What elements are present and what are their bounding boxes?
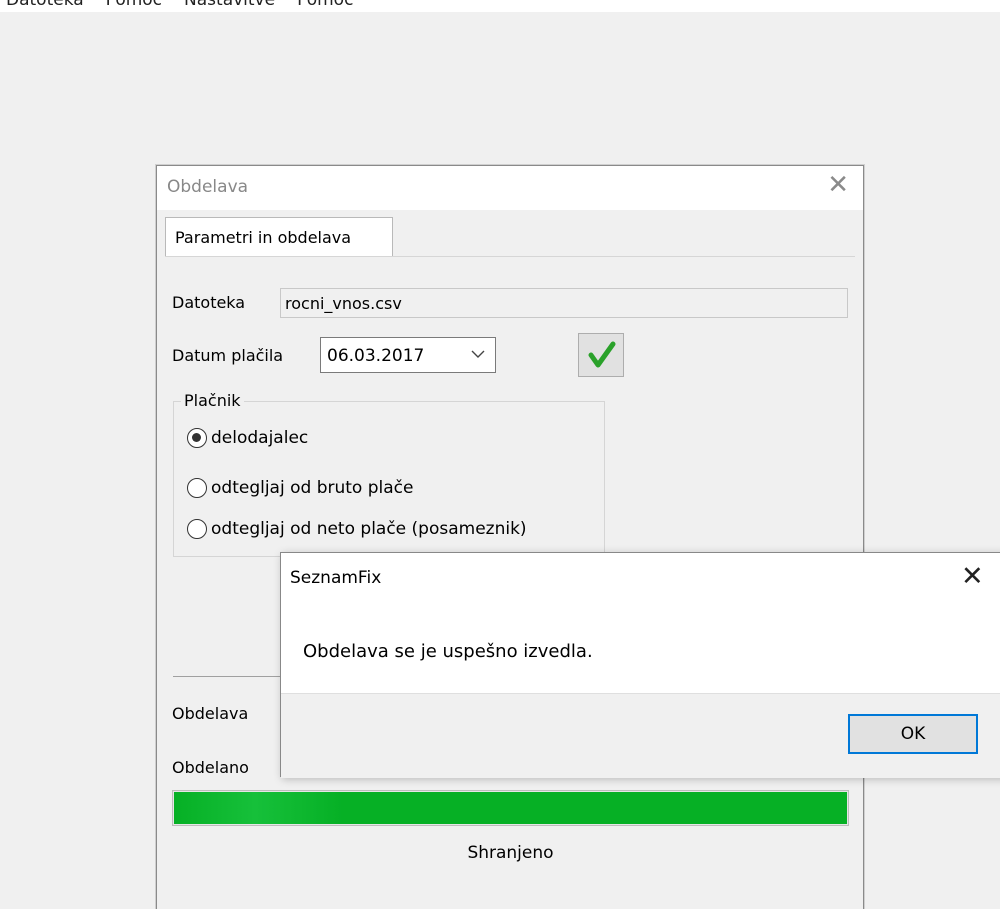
file-label: Datoteka: [172, 293, 246, 312]
date-picker[interactable]: 06.03.2017: [320, 337, 496, 373]
processed-label: Obdelano: [172, 758, 249, 777]
close-icon[interactable]: ✕: [827, 172, 849, 198]
tab-divider: [165, 256, 855, 257]
message-title: SeznamFix: [290, 568, 382, 588]
checkmark-icon: [588, 341, 616, 368]
dialog-title: Obdelava: [167, 177, 249, 197]
progress-fill: [174, 792, 847, 824]
radio-unselected-icon[interactable]: [187, 519, 207, 539]
radio-unselected-icon[interactable]: [187, 478, 207, 498]
message-text: Obdelava se je uspešno izvedla.: [303, 641, 593, 662]
radio-employer[interactable]: delodajalec: [187, 428, 308, 448]
message-footer: OK: [281, 693, 1000, 778]
confirm-button[interactable]: [578, 333, 624, 377]
menubar: Datoteka Pomoč Nastavitve Pomoč: [0, 0, 1000, 12]
payer-group-label: Plačnik: [181, 391, 244, 410]
menu-help[interactable]: Pomoč: [106, 0, 162, 10]
radio-label: odtegljaj od neto plače (posameznik): [211, 519, 527, 539]
menu-help-2[interactable]: Pomoč: [297, 0, 353, 10]
chevron-down-icon[interactable]: [471, 347, 485, 361]
dialog-titlebar: Obdelava ✕: [157, 166, 863, 210]
radio-gross[interactable]: odtegljaj od bruto plače: [187, 478, 413, 498]
date-label: Datum plačila: [172, 346, 284, 365]
date-value: 06.03.2017: [327, 346, 425, 366]
file-field[interactable]: rocni_vnos.csv: [280, 288, 848, 318]
radio-label: odtegljaj od bruto plače: [211, 478, 414, 498]
radio-selected-icon[interactable]: [187, 428, 207, 448]
tab-parameters[interactable]: Parametri in obdelava: [165, 217, 393, 257]
processing-label: Obdelava: [172, 704, 249, 723]
menu-file[interactable]: Datoteka: [6, 0, 84, 10]
status-text: Shranjeno: [467, 843, 554, 863]
progress-bar: [172, 790, 849, 826]
radio-label: delodajalec: [211, 428, 309, 448]
radio-net[interactable]: odtegljaj od neto plače (posameznik): [187, 519, 527, 539]
ok-button[interactable]: OK: [848, 714, 978, 754]
message-box: SeznamFix ✕ Obdelava se je uspešno izved…: [280, 552, 1000, 778]
menu-settings[interactable]: Nastavitve: [184, 0, 275, 10]
close-icon[interactable]: ✕: [961, 563, 984, 590]
